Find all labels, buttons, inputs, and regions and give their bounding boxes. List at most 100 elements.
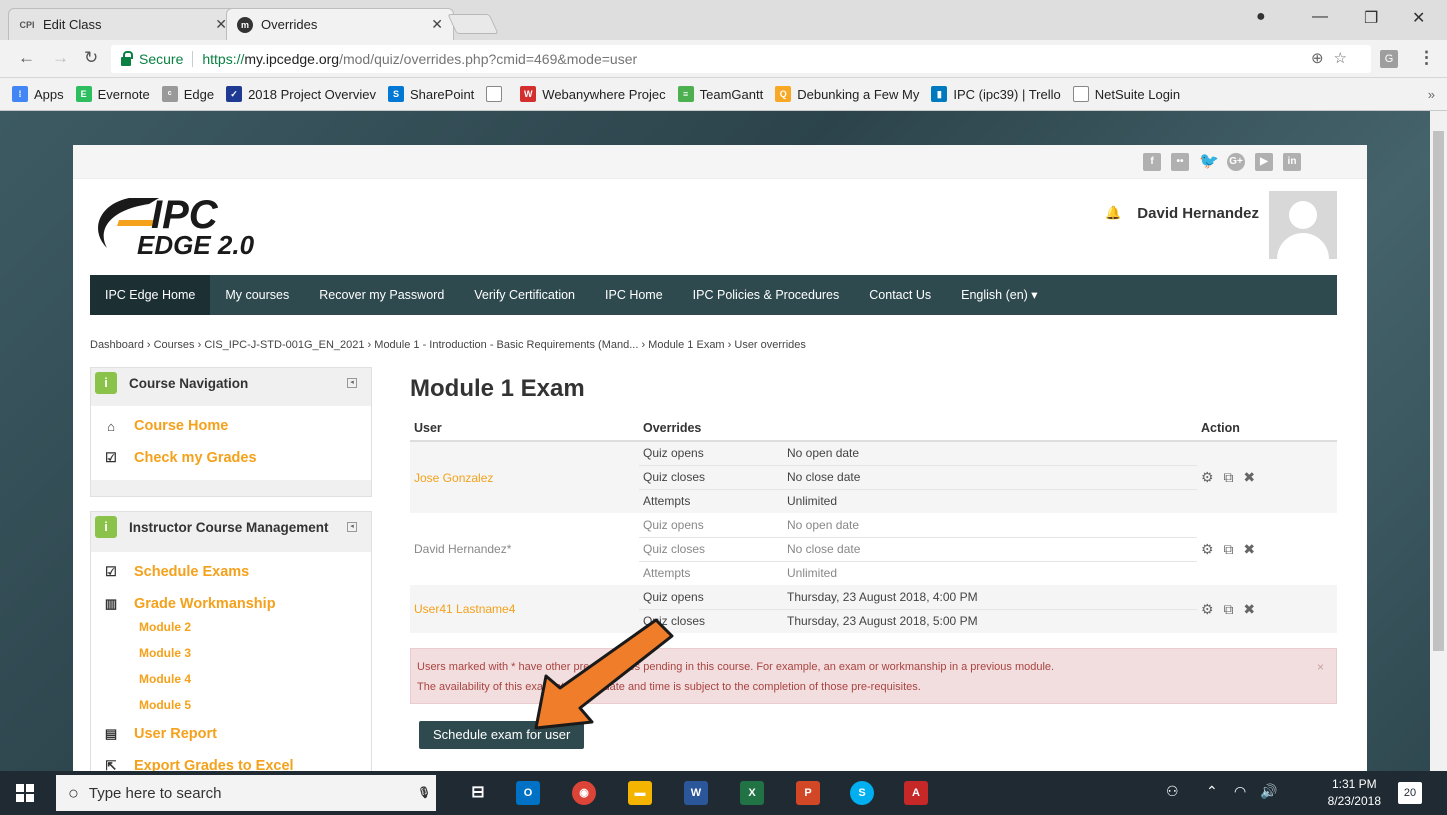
acrobat-icon[interactable]: A [904, 781, 928, 805]
bookmarks-overflow[interactable]: » [1428, 87, 1435, 102]
url-path: /mod/quiz/overrides.php?cmid=469&mode=us… [339, 51, 638, 67]
edit-gear-icon[interactable]: ⚙ [1201, 541, 1217, 557]
bookmark-trello[interactable]: ▮ IPC (ipc39) | Trello [931, 86, 1061, 102]
bookmark-edge[interactable]: c Edge [161, 86, 214, 102]
tab-overrides[interactable]: m Overrides ✕ [226, 8, 454, 40]
volume-icon[interactable]: 🔊 [1260, 783, 1277, 800]
zoom-and-bookmark-icons[interactable]: ⊕☆ [1311, 49, 1357, 67]
copy-icon[interactable]: ⧉ [1223, 469, 1236, 485]
flickr-icon[interactable]: •• [1171, 153, 1189, 171]
extension-icon[interactable]: G [1380, 50, 1398, 68]
bookmark-webanywhere[interactable]: W Webanywhere Projec [520, 86, 666, 102]
tab-edit-class[interactable]: CPI Edit Class ✕ [8, 8, 238, 40]
skype-icon[interactable]: S [850, 781, 874, 805]
powerpoint-icon[interactable]: P [796, 781, 820, 805]
export-icon: ⇱ [105, 758, 117, 771]
override-label: Quiz opens [639, 441, 783, 465]
facebook-icon[interactable]: f [1143, 153, 1161, 171]
reload-icon[interactable]: ↻ [84, 48, 98, 68]
forward-icon[interactable]: → [52, 48, 69, 68]
file-explorer-icon[interactable]: ▬ [628, 781, 652, 805]
module-3-link[interactable]: Module 3 [103, 640, 371, 666]
collapse-icon[interactable]: ◂ [347, 378, 357, 388]
bookmark-netsuite[interactable]: NetSuite Login [1072, 86, 1180, 102]
module-5-link[interactable]: Module 5 [103, 692, 371, 718]
avatar[interactable] [1269, 191, 1337, 259]
restore-icon[interactable]: ❐ [1364, 8, 1378, 28]
twitter-icon[interactable]: 🐦 [1199, 153, 1219, 171]
copy-icon[interactable]: ⧉ [1223, 541, 1236, 557]
outlook-icon[interactable]: O [516, 781, 540, 805]
breadcrumb[interactable]: Dashboard › Courses › CIS_IPC-J-STD-001G… [90, 339, 806, 351]
new-tab-button[interactable] [447, 14, 499, 34]
word-icon[interactable]: W [684, 781, 708, 805]
system-clock[interactable]: 1:31 PM 8/23/2018 [1328, 776, 1381, 810]
nav-my-courses[interactable]: My courses [210, 275, 304, 315]
check-grades-link[interactable]: ☑ Check my Grades [103, 442, 371, 474]
menu-icon[interactable]: ⋮ [1418, 48, 1435, 68]
show-hidden-icons[interactable]: ⌃ [1206, 783, 1218, 800]
schedule-exams-link[interactable]: ☑ Schedule Exams [103, 556, 371, 588]
back-icon[interactable]: ← [18, 48, 35, 68]
task-view-icon[interactable]: ⊟ [466, 781, 490, 805]
notification-center-icon[interactable]: 20 [1398, 782, 1422, 804]
nav-ipc-edge-home[interactable]: IPC Edge Home [90, 275, 211, 315]
people-icon[interactable]: ⚇ [1166, 783, 1179, 800]
module-4-link[interactable]: Module 4 [103, 666, 371, 692]
nav-ipc-home[interactable]: IPC Home [590, 275, 678, 315]
user-menu[interactable]: 🔔 David Hernandez [1105, 191, 1337, 259]
delete-icon[interactable]: ✖ [1243, 541, 1258, 557]
copy-icon[interactable]: ⧉ [1223, 601, 1236, 617]
nav-verify-certification[interactable]: Verify Certification [459, 275, 590, 315]
course-home-link[interactable]: ⌂ Course Home [103, 410, 371, 442]
close-tab-icon[interactable]: ✕ [431, 16, 443, 33]
close-alert-icon[interactable]: × [1317, 657, 1324, 677]
bookmark-blank[interactable] [486, 86, 508, 102]
user-report-link[interactable]: ▤ User Report [103, 718, 371, 750]
block-title: Course Navigation [129, 375, 249, 391]
vertical-scrollbar[interactable] [1430, 111, 1447, 771]
close-window-icon[interactable]: ✕ [1412, 8, 1425, 28]
windows-start-icon[interactable] [16, 784, 34, 802]
collapse-icon[interactable]: ◂ [347, 522, 357, 532]
user-name[interactable]: David Hernandez [1137, 205, 1259, 222]
youtube-icon[interactable]: ▶ [1255, 153, 1273, 171]
nav-policies[interactable]: IPC Policies & Procedures [678, 275, 855, 315]
taskbar-search[interactable]: ○ Type here to search [56, 775, 436, 811]
tab-strip: CPI Edit Class ✕ m Overrides ✕ ● — ❐ ✕ [0, 0, 1447, 40]
google-plus-icon[interactable]: G+ [1227, 153, 1245, 171]
nav-language[interactable]: English (en) ▾ [946, 275, 1052, 315]
override-value: No close date [783, 536, 1197, 561]
secure-indicator[interactable]: Secure [121, 50, 183, 67]
edit-gear-icon[interactable]: ⚙ [1201, 601, 1217, 617]
bookmark-project-overview[interactable]: ✓ 2018 Project Overviev [226, 86, 376, 102]
microphone-icon[interactable]: 🎙 [412, 781, 436, 805]
bookmark-evernote[interactable]: E Evernote [75, 86, 150, 102]
bookmark-sharepoint[interactable]: S SharePoint [387, 86, 474, 102]
ipc-edge-logo[interactable]: IPC EDGE 2.0 [89, 190, 319, 260]
delete-icon[interactable]: ✖ [1243, 601, 1258, 617]
moodle-favicon-icon: m [237, 16, 253, 33]
clock-time: 1:31 PM [1331, 777, 1377, 791]
nav-recover-password[interactable]: Recover my Password [304, 275, 459, 315]
profile-icon[interactable]: ● [1256, 8, 1266, 26]
url-scheme: https:// [202, 51, 245, 67]
scrollbar-thumb[interactable] [1433, 131, 1444, 651]
bookmark-apps[interactable]: ⁞ Apps [12, 86, 64, 102]
bookmark-teamgantt[interactable]: ≡ TeamGantt [677, 86, 763, 102]
wifi-icon[interactable]: ◠ [1234, 783, 1246, 800]
address-bar[interactable]: Secure https:// my.ipcedge.org /mod/quiz… [111, 45, 1371, 73]
minimize-icon[interactable]: — [1312, 8, 1328, 26]
excel-icon[interactable]: X [740, 781, 764, 805]
user-link[interactable]: Jose Gonzalez [410, 441, 639, 513]
override-label: Attempts [639, 560, 783, 585]
export-grades-link[interactable]: ⇱ Export Grades to Excel [103, 750, 371, 771]
module-2-link[interactable]: Module 2 [103, 614, 371, 640]
delete-icon[interactable]: ✖ [1243, 469, 1258, 485]
bookmark-debunking[interactable]: Q Debunking a Few My [775, 86, 919, 102]
linkedin-icon[interactable]: in [1283, 153, 1301, 171]
edit-gear-icon[interactable]: ⚙ [1201, 469, 1217, 485]
bell-icon[interactable]: 🔔 [1105, 205, 1121, 221]
nav-contact-us[interactable]: Contact Us [854, 275, 946, 315]
chrome-icon[interactable]: ◉ [572, 781, 596, 805]
